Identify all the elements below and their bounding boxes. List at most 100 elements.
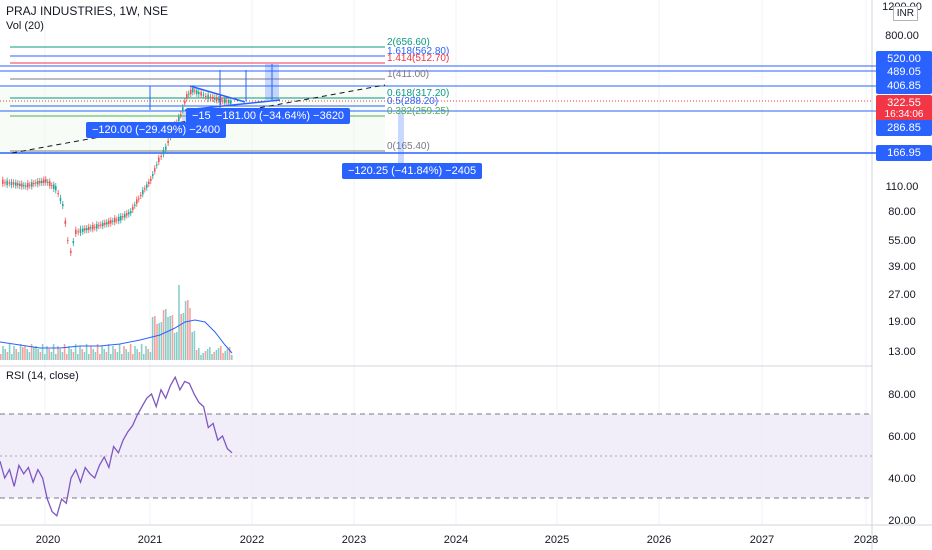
volume-bar [59,349,61,360]
candle-body [132,206,134,211]
volume-bar [193,331,196,360]
candle-body [25,185,27,187]
fib-level-label: 1(411.00) [387,69,429,80]
candle-body [226,100,228,102]
volume-bar [72,352,75,360]
candle-body [196,90,198,94]
candle-body [33,183,35,185]
candle-body [112,220,114,222]
volume-bar [22,347,24,360]
candle-body [167,140,169,143]
candle-body [120,216,122,221]
candle-body [190,89,192,94]
time-label: 2023 [342,534,366,546]
volume-bar [123,346,125,360]
volume-bar [195,350,198,360]
candle-body [88,226,90,230]
symbol-legend[interactable]: PRAJ INDUSTRIES, 1W, NSE [6,4,168,18]
time-label: 2028 [854,534,878,546]
candle-body [180,114,182,116]
volume-bar [180,314,182,360]
volume-legend[interactable]: Vol (20) [6,20,44,32]
candle-body [188,93,190,95]
candle-body [102,222,104,227]
volume-bar [107,344,110,360]
candle-body [186,94,188,98]
candle-body [17,183,19,186]
volume-bar [173,333,176,360]
volume-bar [158,323,160,360]
volume-bar [125,349,127,360]
volume-bar [0,354,2,360]
volume-bar [198,348,200,360]
candle-body [37,181,39,185]
rsi-legend[interactable]: RSI (14, close) [6,370,79,382]
volume-bar [151,317,154,360]
volume-bar [55,354,57,360]
candle-body [148,181,150,184]
volume-bar [41,344,44,360]
candle-body [214,97,216,100]
candle-body [118,216,120,222]
rsi-tick-label: 80.00 [888,389,916,401]
chart-canvas[interactable]: 2(656.60)1.618(562.80)1.414(512.70)1(411… [0,0,932,550]
candle-body [35,182,37,184]
candle-body [182,107,184,111]
volume-bar [88,354,90,360]
volume-bars [0,285,233,360]
candle-body [72,241,75,244]
measure-label-2[interactable]: −15 −181.00 (−34.64%) −3620 [186,108,351,124]
candle-body [209,96,212,98]
volume-bar [105,352,108,360]
candle-body [108,220,110,225]
candle-body [98,225,100,227]
volume-bar [8,344,11,360]
candle-body [62,204,64,207]
volume-bar [154,316,156,360]
volume-bar [165,309,167,360]
volume-bar [48,349,50,360]
candle-body [218,99,220,101]
measure-label-1[interactable]: −120.00 (−29.49%) −2400 [86,122,227,138]
volume-bar [2,346,4,360]
candle-body [19,183,21,186]
volume-bar [99,354,101,360]
candle-body [154,168,156,172]
candle-body [27,183,29,188]
volume-bar [101,346,103,360]
candle-body [31,182,33,187]
volume-bar [70,349,72,360]
candle-body [90,227,92,229]
candle-body [140,195,142,196]
volume-bar [4,349,6,360]
measure-label-3[interactable]: −120.25 (−41.84%) −2405 [342,163,483,179]
time-label: 2026 [647,534,671,546]
candle-body [207,94,209,100]
candle-body [45,179,47,183]
candle-body [134,204,136,206]
volume-bar [94,352,97,360]
fib-level-label: 1.414(512.70) [387,53,449,64]
rsi-axis-ticks: 80.00 60.00 40.00 20.00 [888,389,916,527]
candle-body [165,146,167,150]
candle-body [150,178,152,181]
time-label: 2025 [545,534,569,546]
fib-level-label: 0.382(259.25) [387,106,449,117]
price-tick-label: 39.00 [888,261,916,273]
volume-bar [127,352,130,360]
volume-bar [215,350,218,360]
candle-body [212,96,214,99]
volume-bar [211,354,213,360]
volume-bar [52,344,55,360]
volume-bar [200,355,202,360]
volume-bar [68,346,70,360]
candle-body [178,116,180,122]
candle-body [47,181,49,183]
volume-bar [17,352,20,360]
volume-bar [114,349,116,360]
volume-bar [66,354,68,360]
volume-bar [176,332,178,360]
candle-body [222,100,224,102]
currency-button[interactable]: INR [892,6,918,21]
candle-body [43,179,45,183]
